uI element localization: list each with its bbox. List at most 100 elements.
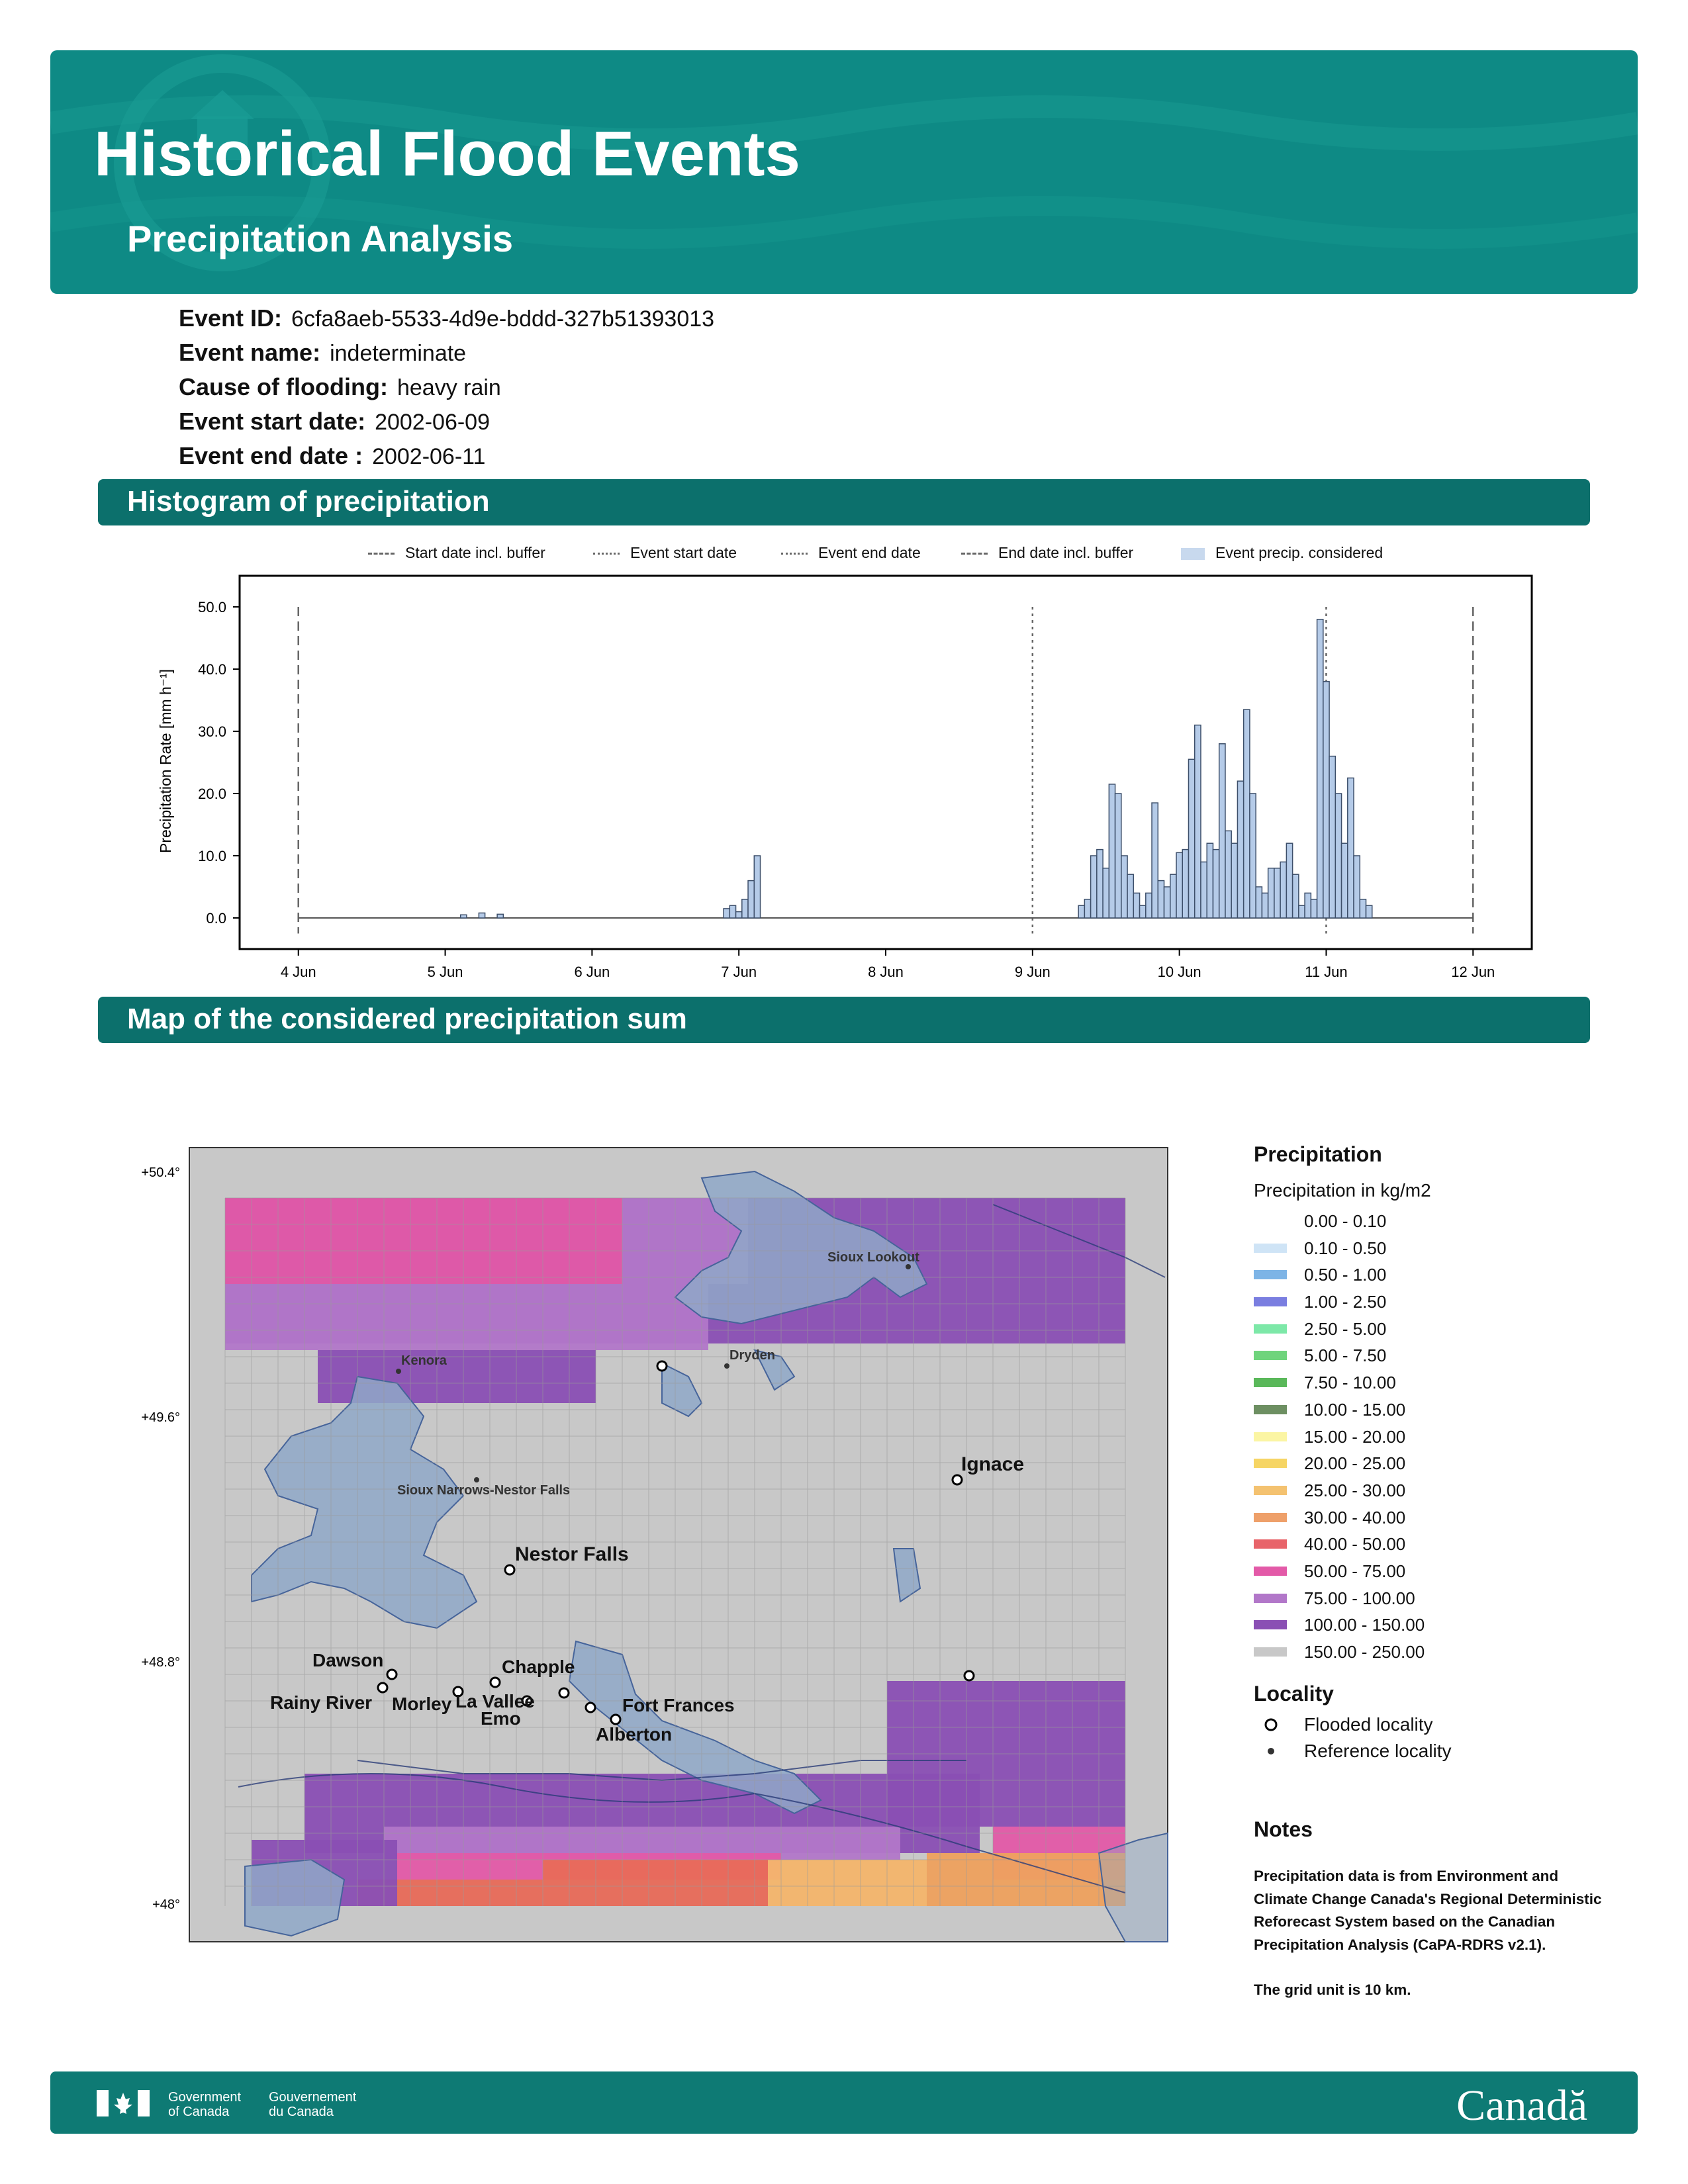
precip-bar — [478, 912, 486, 919]
notes-title: Notes — [1254, 1817, 1313, 1841]
legend-class: 25.00 - 30.00 — [1254, 1477, 1624, 1504]
reference-locality-marker — [474, 1477, 479, 1482]
y-tick-label: 30.0 — [198, 723, 226, 740]
precip-bar — [1090, 855, 1098, 919]
legend-class: 40.00 - 50.00 — [1254, 1531, 1624, 1558]
flooded-locality-marker — [585, 1702, 596, 1713]
precip-bar — [1249, 793, 1256, 919]
legend-class-label: 20.00 - 25.00 — [1304, 1453, 1406, 1474]
y-tick-label: 50.0 — [198, 599, 226, 615]
flooded-locality-icon — [1264, 1718, 1278, 1731]
precip-zone — [927, 1853, 1125, 1906]
legend-swatch — [1254, 1620, 1287, 1630]
flooded-locality-label: Nestor Falls — [515, 1543, 629, 1565]
x-tick-label: 5 Jun — [428, 964, 463, 980]
precip-bar — [1139, 905, 1147, 919]
legend-swatch — [1254, 1566, 1287, 1576]
flooded-locality-label: Fort Frances — [622, 1695, 735, 1715]
legend-swatch — [1254, 1485, 1287, 1495]
page-title: Historical Flood Events — [94, 118, 800, 189]
histogram-section-header: Histogram of precipitation — [98, 479, 1590, 525]
reference-locality-marker — [724, 1363, 729, 1369]
legend-reference: Reference locality — [1254, 1738, 1624, 1764]
dotted-line-icon — [593, 553, 620, 555]
gov-fr: Gouvernement du Canada — [269, 2090, 357, 2119]
legend-class-label: 0.50 - 1.00 — [1304, 1265, 1387, 1285]
precip-bar — [1212, 848, 1220, 919]
precip-bar — [496, 913, 504, 919]
legend-swatch — [1254, 1404, 1287, 1414]
flooded-locality-label: Morley — [392, 1694, 452, 1714]
precip-bar — [1304, 892, 1312, 919]
precip-bar — [1291, 874, 1299, 919]
precip-bar — [1274, 868, 1281, 919]
x-tick-label: 9 Jun — [1015, 964, 1051, 980]
flooded-locality-label: Alberton — [596, 1724, 672, 1745]
precip-bar — [1188, 758, 1196, 919]
locality-title: Locality — [1254, 1681, 1334, 1706]
legend-class: 1.00 - 2.50 — [1254, 1289, 1624, 1316]
precip-bar — [1365, 905, 1373, 919]
precip-bar — [1329, 755, 1336, 919]
dotted-line-icon — [781, 553, 808, 555]
y-tick-label: 10.0 — [198, 848, 226, 864]
flooded-locality-label: Emo — [481, 1708, 521, 1729]
precip-bar — [1078, 905, 1086, 919]
legend-class-label: 30.00 - 40.00 — [1304, 1507, 1406, 1527]
legend-swatch — [1254, 1351, 1287, 1361]
precip-bar — [1225, 830, 1232, 919]
precip-bar — [1127, 874, 1135, 919]
precip-bar — [1206, 842, 1214, 919]
precip-bar — [1163, 886, 1171, 919]
precip-bar — [1280, 861, 1288, 919]
precip-bar — [747, 880, 755, 919]
event-id-row: Event ID: 6cfa8aeb-5533-4d9e-bddd-327b513… — [179, 304, 714, 332]
start-date-value: 2002-06-09 — [375, 410, 490, 435]
cause-row: Cause of flooding: heavy rain — [179, 373, 501, 401]
precip-zone — [371, 1284, 708, 1350]
precip-bar — [1335, 793, 1342, 919]
precip-bar — [1237, 780, 1244, 919]
legend-swatch — [1254, 1297, 1287, 1307]
legend-event-end: Event end date — [781, 544, 921, 562]
legend-class-label: 40.00 - 50.00 — [1304, 1534, 1406, 1555]
precip-zone — [543, 1860, 768, 1906]
flooded-locality-marker — [489, 1676, 501, 1688]
legend-swatch — [1254, 1432, 1287, 1441]
precip-bar — [1108, 784, 1116, 919]
precip-zone — [225, 1284, 371, 1350]
legend-class: 5.00 - 7.50 — [1254, 1342, 1624, 1369]
start-date-label: Event start date: — [179, 408, 366, 435]
flooded-locality-marker — [951, 1474, 963, 1486]
y-tick-label: 20.0 — [198, 786, 226, 802]
precip-bar — [1176, 852, 1184, 919]
precip-bar — [735, 911, 743, 919]
legend-class-label: 150.00 - 250.00 — [1304, 1642, 1425, 1662]
dashed-line-icon — [961, 553, 988, 555]
legend-class-label: 5.00 - 7.50 — [1304, 1345, 1387, 1366]
precip-bar — [729, 905, 737, 919]
precip-bar — [723, 908, 731, 919]
event-id-value: 6cfa8aeb-5533-4d9e-bddd-327b51393013 — [291, 306, 715, 332]
notes-body: Precipitation data is from Environment a… — [1254, 1865, 1611, 2002]
dashed-line-icon — [368, 553, 395, 555]
notes-text-1: Precipitation data is from Environment a… — [1254, 1868, 1602, 1953]
legend-class-label: 50.00 - 75.00 — [1304, 1561, 1406, 1581]
start-date-row: Event start date: 2002-06-09 — [179, 408, 490, 435]
precip-bar — [1267, 868, 1275, 919]
precip-bar — [1114, 793, 1122, 919]
precip-bar — [1298, 905, 1305, 919]
page-subtitle: Precipitation Analysis — [127, 218, 513, 259]
legend-swatch — [1254, 1512, 1287, 1522]
precip-bar — [1218, 743, 1226, 919]
reference-locality-marker — [396, 1369, 401, 1374]
end-date-value: 2002-06-11 — [372, 444, 486, 469]
legend-class-label: 15.00 - 20.00 — [1304, 1426, 1406, 1447]
flooded-locality-marker — [377, 1682, 389, 1694]
flooded-locality-label: Chapple — [502, 1657, 575, 1677]
legend-swatch — [1254, 1593, 1287, 1603]
precip-bar — [1096, 848, 1103, 919]
cause-label: Cause of flooding: — [179, 373, 388, 400]
legend-class: 30.00 - 40.00 — [1254, 1504, 1624, 1531]
canada-flag-icon — [97, 2090, 150, 2116]
